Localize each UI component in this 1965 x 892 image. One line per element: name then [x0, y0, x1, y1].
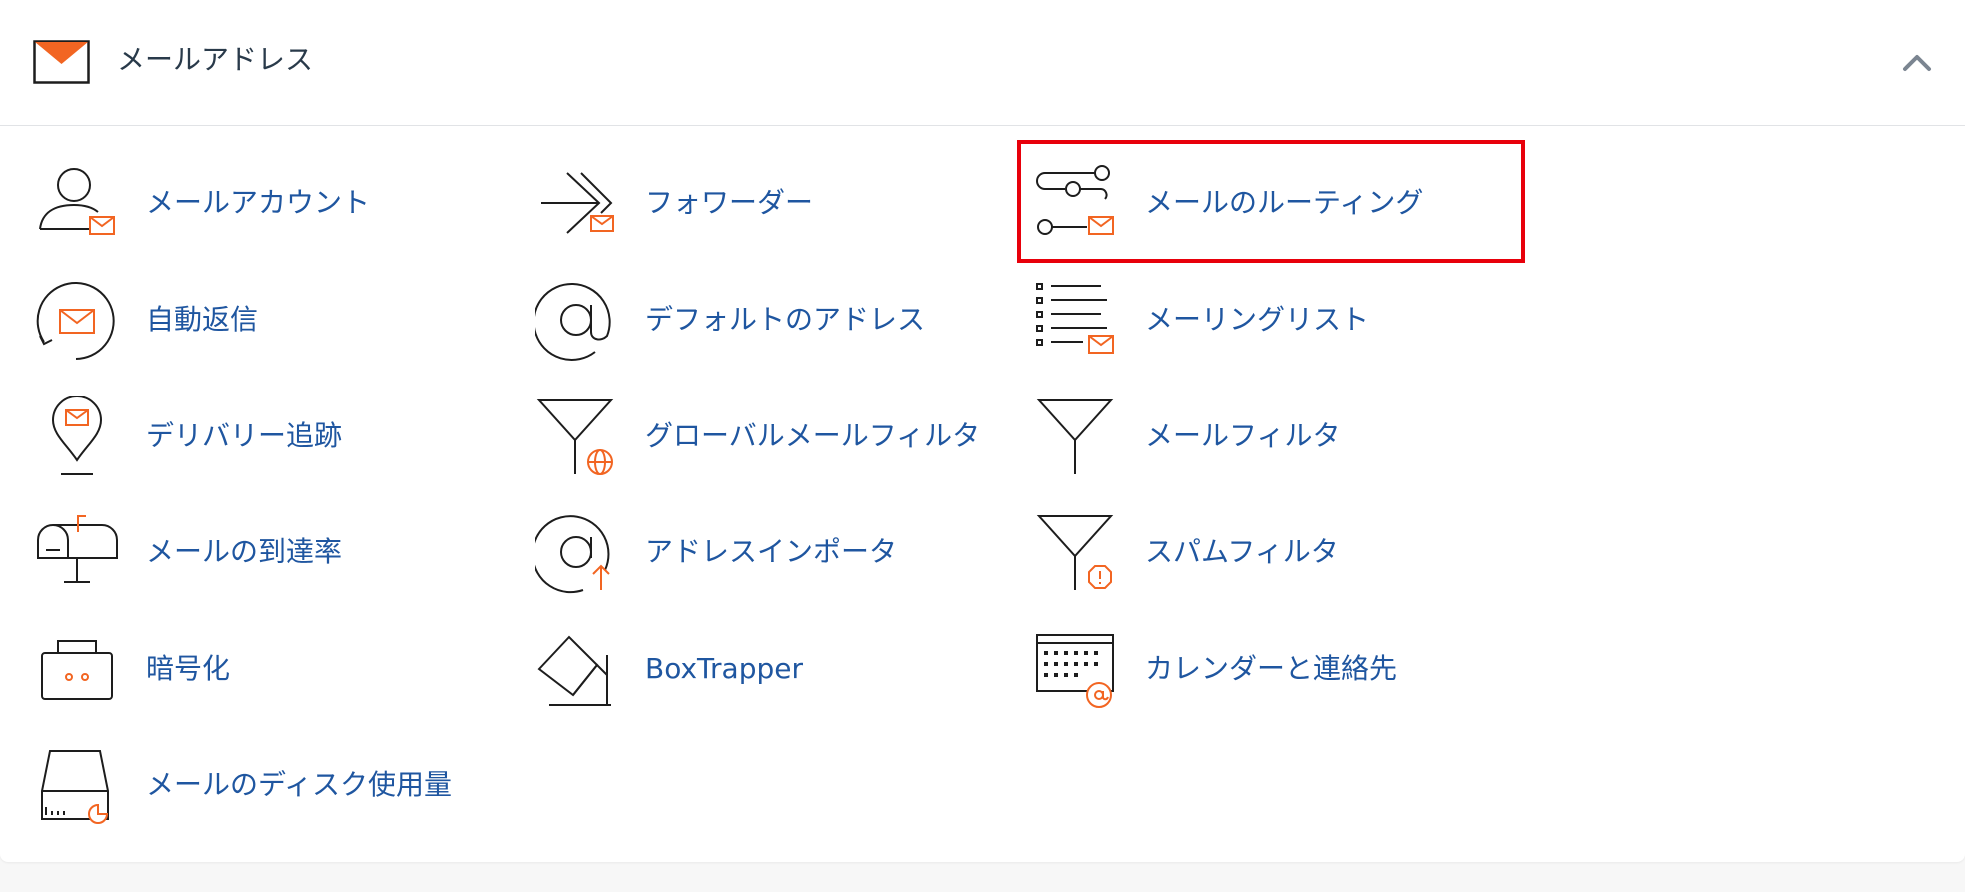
envelope-icon [33, 40, 90, 84]
item-global-email-filters[interactable]: グローバルメールフィルタ [535, 386, 1015, 486]
item-label: フォワーダー [645, 186, 814, 219]
item-forwarders[interactable]: フォワーダー [535, 153, 1015, 253]
section-title: メールアドレス [117, 43, 314, 76]
item-encryption[interactable]: 暗号化 [36, 619, 516, 719]
item-label: デリバリー追跡 [146, 419, 343, 452]
item-label: グローバルメールフィルタ [645, 419, 981, 452]
selection-highlight [1017, 140, 1525, 263]
item-label: メーリングリスト [1145, 303, 1370, 336]
item-delivery-tracking[interactable]: デリバリー追跡 [36, 386, 516, 486]
item-email-filters[interactable]: メールフィルタ [1035, 386, 1515, 486]
item-autoresponders[interactable]: 自動返信 [36, 270, 516, 370]
item-calendars-contacts[interactable]: カレンダーと連絡先 [1035, 619, 1515, 719]
auto-reply-icon [36, 282, 115, 360]
item-default-address[interactable]: デフォルトのアドレス [535, 270, 1015, 370]
mailbox-icon [37, 515, 118, 583]
item-label: メールアカウント [146, 186, 371, 219]
eraser-icon [537, 635, 611, 706]
item-boxtrapper[interactable]: BoxTrapper [535, 619, 1015, 719]
item-label: メールフィルタ [1145, 419, 1341, 452]
funnel-globe-icon [536, 399, 614, 475]
item-label: 暗号化 [146, 652, 231, 685]
email-section-panel: メールアドレス メールアカウント 自動返信 デリバリー追跡 メールの到達率 暗号… [0, 0, 1965, 862]
item-label: カレンダーと連絡先 [1145, 652, 1398, 685]
item-label: スパムフィルタ [1145, 535, 1339, 568]
item-label: BoxTrapper [645, 652, 803, 685]
funnel-alert-icon [1036, 515, 1114, 590]
forward-arrow-icon [541, 172, 614, 234]
funnel-icon [1036, 399, 1114, 474]
item-label: メールのディスク使用量 [146, 768, 453, 801]
map-pin-mail-icon [51, 396, 103, 475]
item-address-importer[interactable]: アドレスインポータ [535, 502, 1015, 602]
section-header[interactable]: メールアドレス [0, 0, 1965, 126]
at-import-icon [535, 515, 610, 594]
item-mailing-lists[interactable]: メーリングリスト [1035, 270, 1515, 370]
item-label: デフォルトのアドレス [645, 303, 926, 336]
item-email-accounts[interactable]: メールアカウント [36, 153, 516, 253]
calendar-at-icon [1036, 634, 1114, 708]
user-mail-icon [39, 168, 115, 235]
item-label: 自動返信 [146, 303, 259, 336]
briefcase-lock-icon [41, 640, 113, 700]
item-spam-filters[interactable]: スパムフィルタ [1035, 502, 1515, 602]
disk-usage-icon [41, 750, 109, 824]
chevron-up-icon[interactable] [1900, 50, 1934, 74]
item-label: アドレスインポータ [645, 535, 898, 568]
list-mail-icon [1036, 283, 1114, 354]
item-email-disk-usage[interactable]: メールのディスク使用量 [36, 735, 516, 835]
item-email-deliverability[interactable]: メールの到達率 [36, 502, 516, 602]
at-sign-icon [535, 283, 611, 362]
item-label: メールの到達率 [146, 535, 343, 568]
